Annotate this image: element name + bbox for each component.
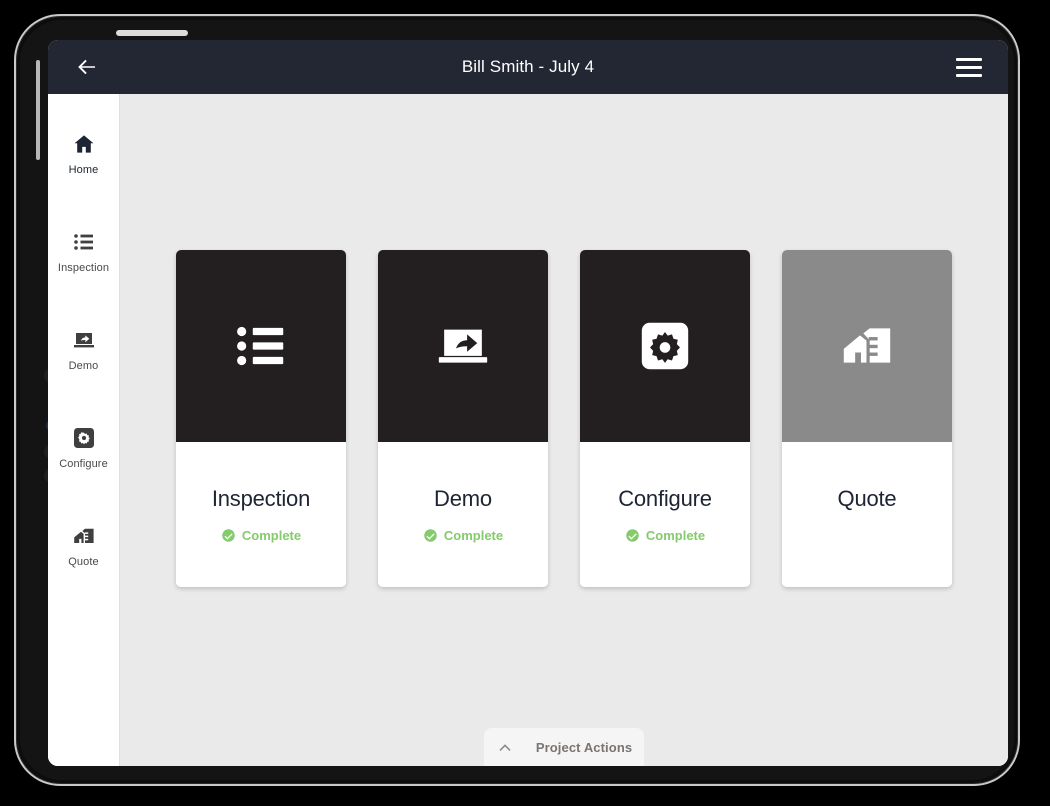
card-title: Quote (837, 486, 897, 511)
project-actions-button[interactable]: Project Actions (484, 728, 644, 766)
list-icon (71, 229, 97, 255)
device-top-antenna (116, 30, 188, 36)
check-circle-icon (423, 528, 438, 543)
status-label: Complete (241, 528, 302, 543)
sidebar-item-inspection[interactable]: Inspection (48, 218, 119, 285)
check-circle-icon (221, 528, 236, 543)
card-title: Inspection (211, 486, 311, 511)
card-demo[interactable]: Demo Complete (378, 250, 548, 587)
card-info-panel: Inspection Complete (176, 442, 346, 587)
workflow-card-grid: Inspection Complete Demo Complete Config… (120, 94, 1008, 587)
sidebar-item-label: Home (68, 164, 99, 176)
sidebar-item-label: Demo (68, 360, 99, 372)
sidebar-item-demo[interactable]: Demo (48, 316, 119, 383)
status-badge: Complete (423, 528, 503, 543)
arrow-left-icon (78, 59, 95, 75)
status-badge: Complete (221, 528, 301, 543)
app-header: Bill Smith - July 4 (48, 40, 1008, 94)
sidebar-item-label: Inspection (57, 262, 110, 274)
device-edge-strip (36, 60, 40, 160)
card-info-panel: Configure Complete (580, 442, 750, 587)
card-icon-panel (176, 250, 346, 442)
hamburger-line (956, 73, 982, 77)
sidebar-item-home[interactable]: Home (48, 120, 119, 187)
gear-icon (641, 322, 689, 370)
card-icon-panel (580, 250, 750, 442)
house-ruler-icon (71, 523, 97, 549)
card-info-panel: Demo Complete (378, 442, 548, 587)
house-ruler-icon (843, 328, 891, 363)
card-icon-panel (378, 250, 548, 442)
tablet-screen: Bill Smith - July 4 Home Inspection Demo… (48, 40, 1008, 766)
hamburger-line (956, 57, 982, 61)
presentation-share-icon (71, 327, 97, 353)
presentation-share-icon (438, 329, 488, 363)
list-icon (237, 326, 284, 366)
project-actions-label: Project Actions (535, 739, 633, 755)
sidebar: Home Inspection Demo Configure Quote (48, 94, 120, 766)
status-badge: Complete (625, 528, 705, 543)
page-title: Bill Smith - July 4 (461, 57, 595, 76)
sidebar-item-configure[interactable]: Configure (48, 414, 119, 481)
check-circle-icon (625, 528, 640, 543)
home-icon (71, 131, 97, 157)
card-quote[interactable]: Quote (782, 250, 952, 587)
main-content: Inspection Complete Demo Complete Config… (120, 94, 1008, 766)
card-inspection[interactable]: Inspection Complete (176, 250, 346, 587)
card-icon-panel (782, 250, 952, 442)
status-label: Complete (645, 528, 706, 543)
sidebar-item-label: Configure (59, 458, 108, 470)
card-title: Configure (618, 486, 712, 511)
sidebar-item-quote[interactable]: Quote (48, 512, 119, 579)
hamburger-line (956, 65, 982, 69)
back-button[interactable] (70, 50, 104, 84)
card-configure[interactable]: Configure Complete (580, 250, 750, 587)
card-info-panel: Quote (782, 442, 952, 587)
chevron-up-icon (496, 738, 514, 756)
app-body: Home Inspection Demo Configure Quote Ins… (48, 94, 1008, 766)
hamburger-menu-icon[interactable] (952, 50, 986, 84)
card-title: Demo (434, 486, 492, 511)
gear-icon (71, 425, 97, 451)
sidebar-item-label: Quote (68, 556, 99, 568)
status-label: Complete (443, 528, 504, 543)
screenshot-root: Bill Smith - July 4 Home Inspection Demo… (0, 0, 1050, 806)
